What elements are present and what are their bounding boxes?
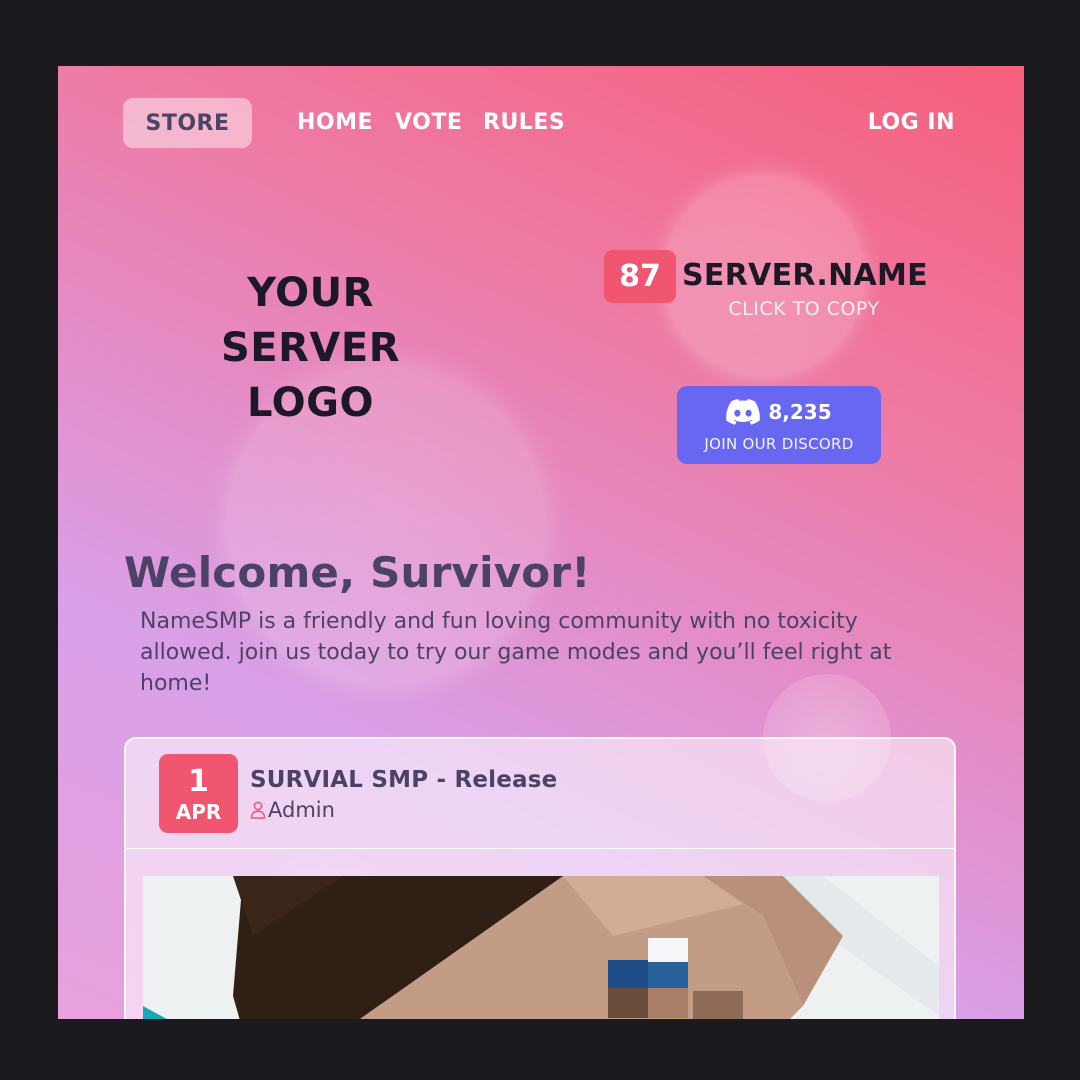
copy-hint[interactable]: CLICK TO COPY xyxy=(682,298,926,320)
discord-button[interactable]: 8,235 JOIN OUR DISCORD xyxy=(677,386,881,464)
page-frame: STORE HOME VOTE RULES LOG IN YOUR SERVER… xyxy=(58,66,1024,1019)
news-title[interactable]: SURVIAL SMP - Release xyxy=(250,767,557,793)
news-author-row: Admin xyxy=(250,798,335,822)
news-image xyxy=(143,876,939,1019)
player-count-badge: 87 xyxy=(604,250,676,303)
news-card[interactable]: 1 APR SURVIAL SMP - Release Admin xyxy=(124,737,956,1019)
logo-line: LOGO xyxy=(247,380,374,426)
news-card-header: 1 APR SURVIAL SMP - Release Admin xyxy=(126,739,954,849)
logo-line: SERVER xyxy=(220,325,400,371)
nav-rules-link[interactable]: RULES xyxy=(483,110,565,135)
date-month: APR xyxy=(175,800,222,824)
store-button[interactable]: STORE xyxy=(123,98,252,148)
logo-line: YOUR xyxy=(247,270,374,316)
news-author: Admin xyxy=(268,798,335,822)
discord-button-top: 8,235 xyxy=(677,399,881,425)
date-day: 1 xyxy=(188,764,209,799)
news-image-graphic xyxy=(143,876,939,1019)
user-icon xyxy=(250,801,266,819)
discord-member-count: 8,235 xyxy=(768,400,832,424)
discord-label: JOIN OUR DISCORD xyxy=(704,435,854,453)
discord-icon xyxy=(726,399,761,425)
login-link[interactable]: LOG IN xyxy=(868,110,955,135)
date-badge: 1 APR xyxy=(159,754,238,833)
welcome-text: NameSMP is a friendly and fun loving com… xyxy=(140,609,892,696)
server-address[interactable]: SERVER.NAME xyxy=(682,258,928,293)
nav-home-link[interactable]: HOME xyxy=(297,110,373,135)
welcome-title: Welcome, Survivor! xyxy=(124,548,591,597)
server-logo: YOUR SERVER LOGO xyxy=(178,266,443,431)
nav-vote-link[interactable]: VOTE xyxy=(395,110,462,135)
